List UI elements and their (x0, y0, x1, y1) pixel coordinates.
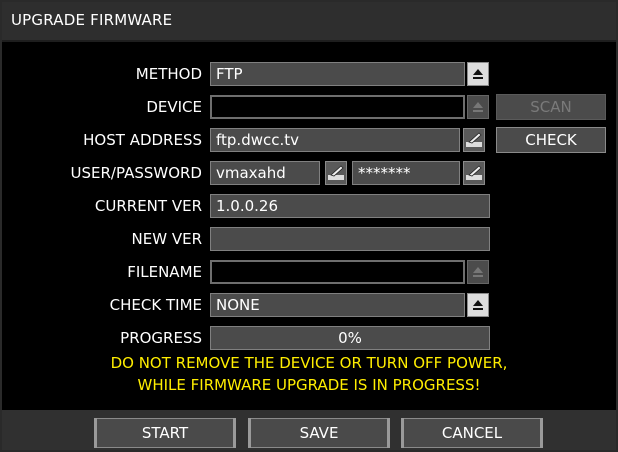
footer-bar: START SAVE CANCEL (2, 410, 616, 450)
filename-dropdown-button[interactable] (467, 260, 489, 284)
progress-label: PROGRESS (120, 329, 202, 347)
host-address-field[interactable]: ftp.dwcc.tv (210, 128, 460, 152)
current-ver-label: CURRENT VER (94, 197, 202, 215)
current-ver-field: 1.0.0.26 (210, 194, 490, 218)
check-button[interactable]: CHECK (496, 127, 606, 153)
new-ver-field (210, 227, 490, 251)
check-time-select[interactable]: NONE (210, 293, 465, 317)
host-address-edit-button[interactable] (463, 128, 485, 152)
check-time-label: CHECK TIME (109, 296, 202, 314)
form-body: METHOD FTP DEVICE SCAN HOST ADDRESS ftp.… (2, 42, 616, 410)
filename-select[interactable] (210, 260, 465, 284)
save-button[interactable]: SAVE (248, 418, 390, 448)
user-password-label: USER/PASSWORD (70, 164, 202, 182)
password-field[interactable]: ******* (352, 161, 460, 185)
check-time-dropdown-button[interactable] (467, 293, 489, 317)
user-edit-button[interactable] (325, 161, 347, 185)
method-label: METHOD (135, 65, 202, 83)
warning-line-2: WHILE FIRMWARE UPGRADE IS IN PROGRESS! (137, 376, 481, 394)
device-label: DEVICE (146, 98, 202, 116)
start-button[interactable]: START (94, 418, 236, 448)
window-title: UPGRADE FIRMWARE (11, 11, 173, 29)
title-bar: UPGRADE FIRMWARE (2, 2, 616, 42)
device-dropdown-button[interactable] (467, 95, 489, 119)
cancel-button[interactable]: CANCEL (401, 418, 543, 448)
method-dropdown-button[interactable] (467, 62, 489, 86)
user-field[interactable]: vmaxahd (210, 161, 320, 185)
eject-arrow-icon (473, 69, 483, 79)
method-select[interactable]: FTP (210, 62, 465, 86)
progress-bar: 0% (210, 326, 490, 350)
device-select[interactable] (210, 95, 465, 119)
upgrade-firmware-window: UPGRADE FIRMWARE METHOD FTP DEVICE SCAN … (2, 2, 616, 450)
filename-label: FILENAME (127, 263, 202, 281)
pen-keyboard-icon (328, 165, 344, 180)
scan-button[interactable]: SCAN (496, 94, 606, 120)
warning-line-1: DO NOT REMOVE THE DEVICE OR TURN OFF POW… (110, 354, 508, 372)
eject-arrow-icon (473, 300, 483, 310)
pen-keyboard-icon (466, 132, 482, 147)
pen-keyboard-icon (466, 165, 482, 180)
new-ver-label: NEW VER (131, 230, 202, 248)
password-edit-button[interactable] (463, 161, 485, 185)
eject-arrow-icon (473, 102, 483, 112)
eject-arrow-icon (473, 267, 483, 277)
host-address-label: HOST ADDRESS (83, 131, 202, 149)
